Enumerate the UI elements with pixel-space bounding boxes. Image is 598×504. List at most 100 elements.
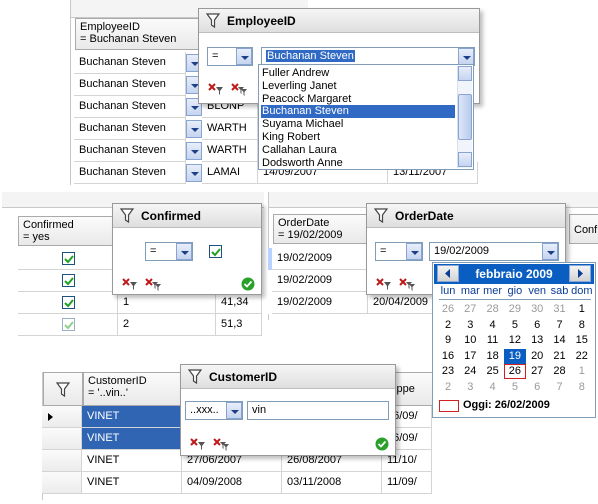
calendar-day[interactable]: 16 <box>437 349 459 364</box>
calendar-day[interactable]: 15 <box>571 333 593 348</box>
calendar-day[interactable]: 17 <box>459 349 481 364</box>
table-cell-employee[interactable]: Buchanan Steven <box>74 74 186 96</box>
funnel-icon[interactable] <box>56 382 70 398</box>
list-item[interactable]: Callahan Laura <box>261 144 455 157</box>
clear-all-filters-icon[interactable] <box>213 437 229 451</box>
list-item[interactable]: Suyama Michael <box>261 118 455 131</box>
calendar-day[interactable]: 20 <box>526 349 548 364</box>
list-item[interactable]: Leverling Janet <box>261 80 455 93</box>
orderdate-operator-select[interactable]: = <box>375 242 423 261</box>
options-scrollbar[interactable] <box>457 66 472 168</box>
today-label[interactable]: Oggi: 26/02/2009 <box>463 399 550 411</box>
calendar-day[interactable]: 1 <box>571 302 593 317</box>
confirmed-operator-select[interactable]: = <box>145 242 193 261</box>
calendar-day[interactable]: 8 <box>571 318 593 333</box>
row-indicator[interactable] <box>42 450 82 472</box>
customer-operator-select[interactable]: ..xxx.. <box>185 401 243 420</box>
calendar-day[interactable]: 11 <box>482 333 504 348</box>
calendar-day[interactable]: 28 <box>549 364 571 379</box>
orderdate-value-select[interactable]: 19/02/2009 <box>429 242 559 261</box>
calendar-day[interactable]: 30 <box>526 302 548 317</box>
scroll-thumb[interactable] <box>458 94 472 140</box>
calendar-day[interactable]: 10 <box>459 333 481 348</box>
calendar-day[interactable]: 25 <box>482 364 504 379</box>
table-cell-employee[interactable]: Buchanan Steven <box>74 118 186 140</box>
grid-corner-filter-cell[interactable] <box>43 372 83 406</box>
orderdate-column-header[interactable]: OrderDate = 19/02/2009 <box>273 214 369 244</box>
dropdown-arrow-icon[interactable] <box>406 243 422 260</box>
confirmed-partial-header[interactable]: Conf <box>569 214 598 244</box>
calendar-day[interactable]: 21 <box>549 349 571 364</box>
clear-filter-icon[interactable] <box>122 277 138 291</box>
calendar-day[interactable]: 5 <box>504 380 526 395</box>
dropdown-arrow-icon[interactable] <box>186 142 202 160</box>
checkbox-checked-icon[interactable] <box>62 318 75 331</box>
table-cell-employee[interactable]: Buchanan Steven <box>74 52 186 74</box>
calendar-day[interactable]: 14 <box>549 333 571 348</box>
calendar-day[interactable]: 23 <box>437 364 459 379</box>
calendar-day[interactable]: 27 <box>526 364 548 379</box>
dropdown-arrow-icon[interactable] <box>176 243 192 260</box>
calendar-next-icon[interactable] <box>569 265 591 282</box>
calendar-day[interactable]: 6 <box>526 318 548 333</box>
calendar-prev-icon[interactable] <box>437 265 459 282</box>
calendar-day[interactable]: 3 <box>459 380 481 395</box>
calendar-day[interactable]: 19 <box>503 348 526 364</box>
list-item[interactable]: Dodsworth Anne <box>261 157 455 170</box>
table-cell-orderdate[interactable]: 19/02/2009 <box>272 270 368 292</box>
calendar-day[interactable]: 12 <box>504 333 526 348</box>
checkbox-checked-icon[interactable] <box>62 274 75 287</box>
checkbox-checked-icon[interactable] <box>62 252 75 265</box>
clear-filter-icon[interactable] <box>190 437 206 451</box>
calendar-day[interactable]: 27 <box>459 302 481 317</box>
dropdown-arrow-icon[interactable] <box>458 48 474 65</box>
calendar-day[interactable]: 6 <box>526 380 548 395</box>
calendar-day[interactable]: 4 <box>482 318 504 333</box>
table-cell-employee[interactable]: Buchanan Steven <box>74 96 186 118</box>
list-item[interactable]: Buchanan Steven <box>261 105 455 119</box>
checkbox-checked-icon[interactable] <box>62 296 75 309</box>
table-cell-customer[interactable]: VINET <box>82 472 182 494</box>
calendar-day[interactable]: 13 <box>526 333 548 348</box>
calendar-day[interactable]: 1 <box>571 364 593 379</box>
calendar-day[interactable]: 29 <box>504 302 526 317</box>
calendar-day[interactable]: 3 <box>459 318 481 333</box>
table-cell-employee[interactable]: Buchanan Steven <box>74 162 186 184</box>
calendar-day[interactable]: 9 <box>437 333 459 348</box>
list-item[interactable]: Peacock Margaret <box>261 93 455 106</box>
dropdown-arrow-icon[interactable] <box>186 164 202 182</box>
calendar-day[interactable]: 7 <box>549 318 571 333</box>
employee-column-header[interactable]: EmployeeID = Buchanan Steven <box>75 18 205 50</box>
clear-all-filters-icon[interactable] <box>145 277 161 291</box>
table-cell-customer[interactable]: VINET <box>82 406 182 428</box>
calendar-day[interactable]: 5 <box>504 318 526 333</box>
calendar-day[interactable]: 26 <box>437 302 459 317</box>
calendar-day[interactable]: 18 <box>482 349 504 364</box>
table-cell-customer[interactable]: VINET <box>82 450 182 472</box>
scroll-up-button[interactable] <box>458 66 472 81</box>
calendar-day[interactable]: 24 <box>459 364 481 379</box>
calendar-day[interactable]: 22 <box>571 349 593 364</box>
confirmed-column-header[interactable]: Confirmed = yes <box>18 216 118 246</box>
confirmed-value-checkbox[interactable] <box>209 245 222 258</box>
table-cell-employee[interactable]: Buchanan Steven <box>74 140 186 162</box>
row-indicator[interactable] <box>42 472 82 494</box>
dropdown-arrow-icon[interactable] <box>186 120 202 138</box>
employee-options-list[interactable]: Fuller Andrew Leverling Janet Peacock Marg… <box>258 64 474 170</box>
customer-value-input[interactable]: vin <box>247 401 389 420</box>
scroll-down-button[interactable] <box>458 152 472 167</box>
row-indicator[interactable] <box>42 406 82 428</box>
calendar-day[interactable]: 26 <box>503 364 526 380</box>
dropdown-arrow-icon[interactable] <box>542 243 558 260</box>
list-item[interactable]: Fuller Andrew <box>261 67 455 80</box>
clear-filter-icon[interactable] <box>376 277 392 291</box>
apply-filter-icon[interactable] <box>241 277 255 291</box>
calendar-day[interactable]: 2 <box>437 318 459 333</box>
apply-filter-icon[interactable] <box>375 437 389 451</box>
table-cell-customer[interactable]: VINET <box>82 428 182 450</box>
calendar-day[interactable]: 28 <box>482 302 504 317</box>
calendar-day[interactable]: 8 <box>571 380 593 395</box>
calendar-day[interactable]: 2 <box>437 380 459 395</box>
clear-all-filters-icon[interactable] <box>231 82 247 96</box>
table-cell-orderdate[interactable]: 19/02/2009 <box>272 248 368 270</box>
